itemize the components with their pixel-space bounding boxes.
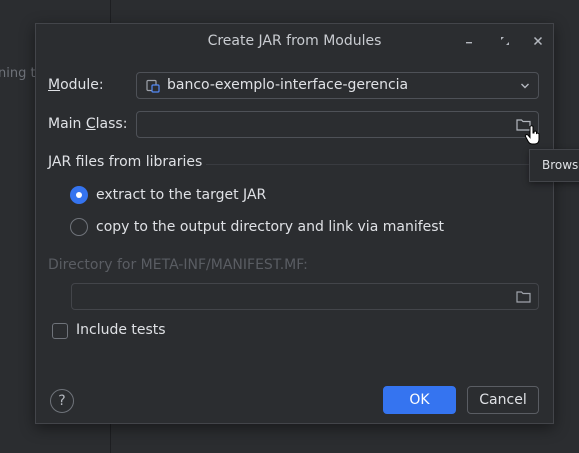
- jar-files-section-title: JAR files from libraries: [48, 154, 203, 170]
- maximize-icon[interactable]: [497, 33, 513, 49]
- cancel-button[interactable]: Cancel: [467, 386, 539, 414]
- close-icon[interactable]: [530, 33, 546, 49]
- section-divider: [206, 164, 539, 165]
- main-class-field[interactable]: [136, 111, 539, 138]
- include-tests-label[interactable]: Include tests: [76, 322, 166, 338]
- folder-icon: [516, 291, 531, 303]
- main-class-label-prefix: Main: [48, 116, 86, 132]
- module-combobox[interactable]: banco-exemplo-interface-gerencia: [136, 72, 539, 99]
- ok-button[interactable]: OK: [383, 386, 456, 414]
- manifest-dir-field: [71, 283, 539, 310]
- chevron-down-icon[interactable]: [520, 81, 530, 91]
- browse-tooltip: Browse: [529, 149, 579, 182]
- dialog-titlebar[interactable]: Create JAR from Modules: [36, 24, 553, 60]
- main-class-label: Main Class:: [48, 116, 127, 132]
- help-button[interactable]: ?: [50, 389, 74, 413]
- include-tests-checkbox[interactable]: [52, 323, 68, 339]
- module-value: banco-exemplo-interface-gerencia: [167, 77, 409, 93]
- module-label-text: odule:: [60, 77, 104, 93]
- tooltip-text: Browse: [542, 158, 579, 172]
- manifest-dir-input: [78, 287, 432, 307]
- module-icon: [146, 79, 160, 93]
- main-class-label-mnemonic: C: [85, 116, 96, 132]
- create-jar-dialog: Create JAR from Modules Module: banco-ex…: [35, 23, 554, 424]
- extract-radio[interactable]: [70, 186, 88, 204]
- minimize-icon[interactable]: [461, 33, 477, 49]
- main-class-input[interactable]: [143, 115, 497, 135]
- copy-radio-label[interactable]: copy to the output directory and link vi…: [96, 219, 444, 235]
- extract-radio-label[interactable]: extract to the target JAR: [96, 187, 266, 203]
- copy-radio[interactable]: [70, 218, 88, 236]
- main-class-label-rest: lass:: [95, 116, 128, 132]
- hand-cursor-icon: [524, 125, 540, 145]
- module-label: Module:: [48, 77, 104, 93]
- manifest-dir-label: Directory for META-INF/MANIFEST.MF:: [48, 257, 308, 273]
- module-label-mnemonic: M: [48, 77, 61, 93]
